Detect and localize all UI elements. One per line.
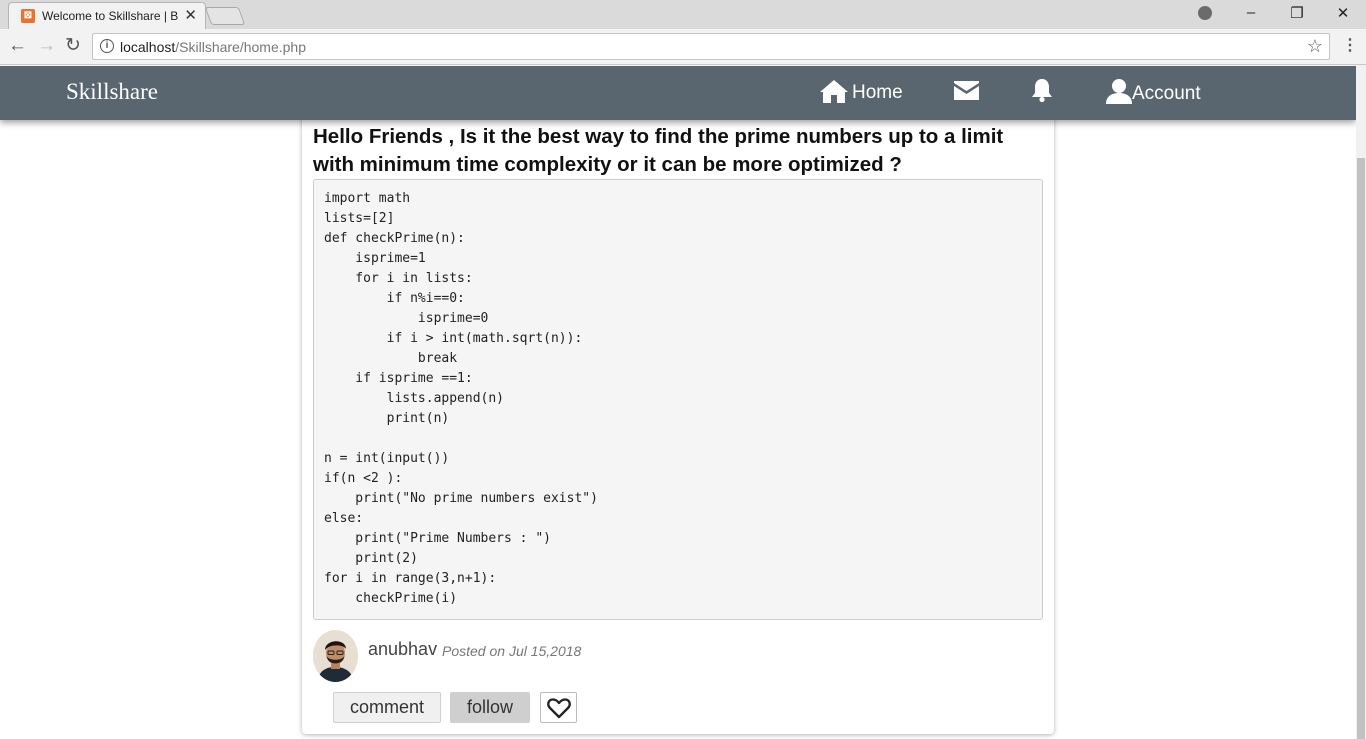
reload-icon[interactable]: ↻: [65, 35, 81, 57]
restore-icon[interactable]: ❐: [1274, 4, 1320, 22]
code-block: import math lists=[2] def checkPrime(n):…: [313, 179, 1043, 620]
post-date: Posted on Jul 15,2018: [442, 643, 582, 659]
heart-icon: [546, 698, 571, 719]
browser-tab[interactable]: ⊠ Welcome to Skillshare | B ✕: [8, 2, 206, 29]
nav-notifications[interactable]: [1030, 78, 1054, 103]
user-icon: [1106, 79, 1132, 104]
xampp-favicon-icon: ⊠: [21, 9, 35, 23]
browser-tabstrip: ⊠ Welcome to Skillshare | B ✕ – ❐ ✕: [0, 0, 1366, 29]
profile-icon[interactable]: [1198, 6, 1212, 20]
url-host: localhost: [120, 39, 176, 55]
envelope-icon: [954, 81, 979, 100]
address-bar[interactable]: i localhost/Skillshare/home.php ☆: [92, 33, 1330, 60]
author-photo: [313, 630, 358, 682]
minimize-icon[interactable]: –: [1228, 4, 1274, 21]
site-navbar: Skillshare Home Account: [0, 66, 1356, 120]
home-icon: [820, 80, 848, 103]
nav-account[interactable]: Account: [1106, 77, 1201, 105]
brand-logo[interactable]: Skillshare: [66, 79, 158, 105]
avatar[interactable]: [313, 630, 358, 682]
nav-home[interactable]: Home: [819, 78, 903, 104]
nav-account-label: Account: [1132, 83, 1201, 104]
post-card: Hello Friends , Is it the best way to fi…: [302, 106, 1054, 734]
back-icon[interactable]: ←: [8, 35, 27, 57]
comment-button[interactable]: comment: [333, 692, 441, 723]
info-icon[interactable]: i: [100, 39, 114, 53]
close-tab-icon[interactable]: ✕: [184, 6, 197, 24]
nav-messages[interactable]: [953, 80, 980, 101]
page-scrollbar[interactable]: [1356, 66, 1366, 739]
scrollbar-thumb[interactable]: [1357, 158, 1365, 739]
browser-toolbar: ← → ↻ i localhost/Skillshare/home.php ☆ …: [0, 29, 1366, 65]
tab-title: Welcome to Skillshare | B: [42, 9, 179, 23]
follow-button[interactable]: follow: [450, 692, 530, 723]
bookmark-star-icon[interactable]: ☆: [1307, 36, 1323, 57]
forward-icon[interactable]: →: [37, 35, 56, 57]
author-name[interactable]: anubhav: [368, 639, 437, 660]
bell-icon: [1032, 79, 1052, 103]
close-window-icon[interactable]: ✕: [1320, 4, 1366, 22]
page-viewport: Skillshare Home Account Hello Friends , …: [0, 66, 1356, 739]
post-title: Hello Friends , Is it the best way to fi…: [313, 125, 1004, 176]
url-text: localhost/Skillshare/home.php: [120, 39, 306, 55]
new-tab-button[interactable]: [204, 7, 246, 25]
browser-menu-icon[interactable]: ⋮: [1342, 35, 1358, 55]
like-button[interactable]: [540, 692, 577, 723]
url-path: /Skillshare/home.php: [175, 39, 307, 55]
nav-home-label: Home: [852, 82, 903, 103]
